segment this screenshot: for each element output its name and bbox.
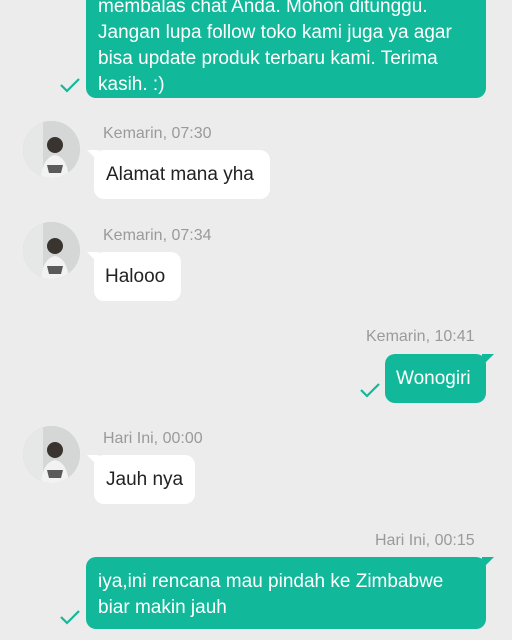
message-timestamp: Hari Ini, 00:15 (375, 532, 475, 549)
message-timestamp: Kemarin, 07:30 (103, 125, 212, 142)
incoming-message-bubble[interactable]: Halooo (94, 252, 181, 301)
message-line: biar makin jauh (98, 597, 227, 618)
bubble-tail (482, 557, 494, 569)
message-timestamp: Kemarin, 10:41 (366, 328, 475, 345)
message-line: Jangan lupa follow toko kami juga ya aga… (98, 22, 452, 43)
check-icon (360, 383, 380, 398)
message-timestamp: Kemarin, 07:34 (103, 227, 212, 244)
message-line: Halooo (105, 266, 166, 287)
incoming-message-bubble[interactable]: Alamat mana yha (94, 150, 270, 199)
message-line: iya,ini rencana mau pindah ke Zimbabwe (98, 571, 444, 592)
outgoing-message-bubble[interactable]: Wonogiri (385, 354, 486, 403)
message-line: bisa update produk terbaru kami. Terima (98, 48, 438, 69)
bubble-tail (482, 354, 494, 366)
outgoing-message-bubble[interactable]: iya,ini rencana mau pindah ke Zimbabwe b… (86, 557, 486, 629)
avatar[interactable] (23, 222, 80, 279)
check-icon (60, 610, 80, 625)
message-line: kasih. :) (98, 74, 165, 95)
chat-thread[interactable]: membalas chat Anda. Mohon ditunggu. Jang… (0, 0, 512, 640)
message-line: Alamat mana yha (106, 164, 254, 185)
avatar[interactable] (23, 426, 80, 483)
avatar[interactable] (23, 121, 80, 178)
message-line: Jauh nya (106, 469, 184, 490)
message-line: Wonogiri (396, 368, 471, 389)
message-line: membalas chat Anda. Mohon ditunggu. (98, 0, 428, 17)
message-timestamp: Hari Ini, 00:00 (103, 430, 203, 447)
outgoing-message-bubble[interactable]: membalas chat Anda. Mohon ditunggu. Jang… (86, 0, 486, 98)
check-icon (60, 78, 80, 93)
incoming-message-bubble[interactable]: Jauh nya (94, 455, 195, 504)
